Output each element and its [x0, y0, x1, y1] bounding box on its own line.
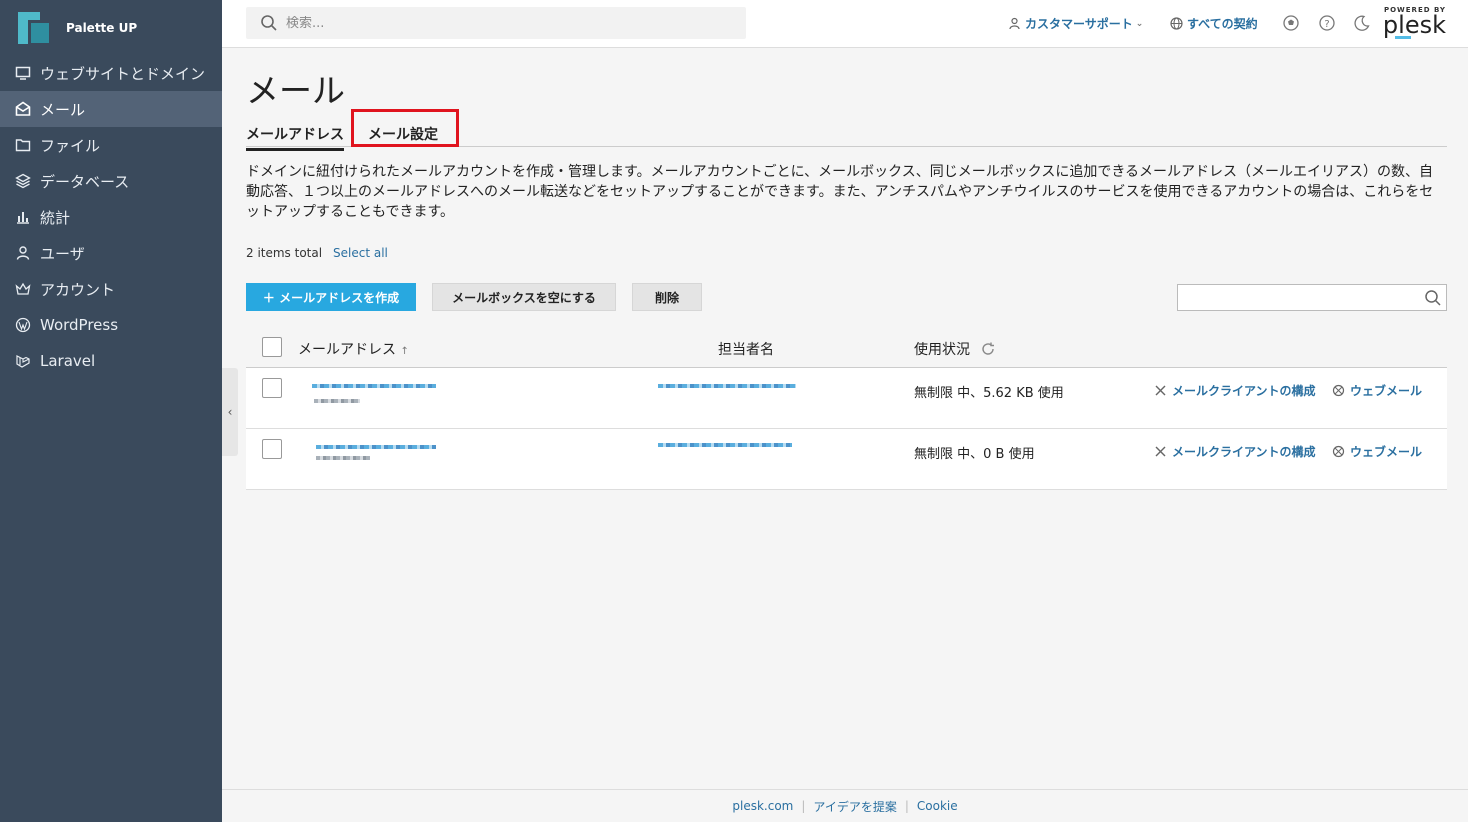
redacted-email-address[interactable]: [312, 384, 436, 388]
global-search[interactable]: [246, 7, 746, 39]
footer-separator: |: [904, 799, 909, 813]
sidebar-item-label: ユーザ: [40, 244, 85, 263]
user-icon: [1009, 17, 1020, 30]
brand[interactable]: Palette UP: [0, 0, 222, 55]
brand-logo-icon: [16, 8, 56, 48]
sidebar-collapse-handle[interactable]: ‹: [222, 368, 238, 456]
webmail-icon: [1332, 384, 1345, 397]
sidebar-item-label: ウェブサイトとドメイン: [40, 64, 206, 83]
chevron-left-icon: ‹: [227, 405, 233, 419]
row-checkbox[interactable]: [262, 378, 282, 398]
column-header-contact-name[interactable]: 担当者名: [718, 339, 774, 359]
sidebar-item-label: ファイル: [40, 136, 101, 155]
tab-bar: メールアドレス メール設定: [246, 109, 1447, 151]
footer-link-plesk[interactable]: plesk.com: [732, 799, 793, 813]
select-all-link[interactable]: Select all: [333, 246, 388, 260]
sidebar-item-wordpress[interactable]: WordPress: [0, 307, 222, 343]
soccer-ball-icon[interactable]: [1282, 14, 1300, 32]
webmail-link[interactable]: ウェブメール: [1332, 443, 1422, 460]
footer-separator: |: [801, 799, 806, 813]
user-icon: [14, 244, 32, 262]
redacted-email-alias: [314, 399, 360, 403]
email-table: メールアドレス ↑ 担当者名 使用状況 無制限 中、5.62 KB 使用 メール…: [246, 328, 1447, 490]
sidebar-item-label: WordPress: [40, 316, 119, 334]
list-search-input[interactable]: [1178, 285, 1418, 310]
help-icon[interactable]: ?: [1318, 14, 1336, 32]
all-subscriptions-label: すべての契約: [1187, 17, 1258, 31]
crown-icon: [14, 280, 32, 298]
page-description: ドメインに紐付けられたメールアカウントを作成・管理します。メールアカウントごとに…: [246, 164, 1434, 220]
redacted-contact-name: [658, 443, 792, 447]
sidebar-item-label: データベース: [40, 172, 130, 191]
globe-icon: [1170, 17, 1183, 30]
footer: plesk.com | アイデアを提案 | Cookie: [222, 789, 1468, 822]
configure-mail-client-link[interactable]: メールクライアントの構成: [1154, 382, 1316, 399]
sidebar-item-laravel[interactable]: Laravel: [0, 343, 222, 379]
refresh-icon[interactable]: [980, 341, 996, 357]
redacted-email-alias: [316, 456, 370, 460]
sidebar-item-label: アカウント: [40, 280, 116, 299]
usage-text: 無制限 中、5.62 KB 使用: [914, 386, 1064, 401]
sidebar-item-users[interactable]: ユーザ: [0, 235, 222, 271]
bar-chart-icon: [14, 208, 32, 226]
footer-link-cookie[interactable]: Cookie: [917, 799, 958, 813]
tab-highlight-box: [351, 109, 459, 147]
svg-text:?: ?: [1324, 19, 1329, 30]
sidebar-item-files[interactable]: ファイル: [0, 127, 222, 163]
all-subscriptions-link[interactable]: すべての契約: [1170, 15, 1258, 32]
customer-support-label: カスタマーサポート: [1025, 17, 1133, 31]
footer-link-suggest-idea[interactable]: アイデアを提案: [813, 798, 896, 815]
empty-mailbox-button[interactable]: メールボックスを空にする: [432, 283, 616, 311]
create-email-button[interactable]: ＋ メールアドレスを作成: [246, 283, 416, 311]
configure-mail-client-link[interactable]: メールクライアントの構成: [1154, 443, 1316, 460]
items-total: 2 items total: [246, 246, 323, 260]
brand-name: Palette UP: [66, 20, 138, 35]
sort-arrow-icon: ↑: [400, 346, 409, 357]
table-row: 無制限 中、5.62 KB 使用 メールクライアントの構成 ウェブメール: [246, 368, 1447, 429]
top-header: カスタマーサポート ⌄ すべての契約 ? POWERED BY plesk: [222, 0, 1468, 48]
folder-icon: [14, 136, 32, 154]
tools-icon: [1155, 446, 1166, 457]
monitor-icon: [14, 64, 32, 82]
redacted-email-address[interactable]: [316, 445, 436, 449]
table-header: メールアドレス ↑ 担当者名 使用状況: [246, 328, 1447, 368]
sidebar-item-label: 統計: [40, 208, 71, 227]
tab-email-addresses[interactable]: メールアドレス: [246, 124, 344, 151]
usage-text: 無制限 中、0 B 使用: [914, 447, 1035, 462]
sidebar-item-label: Laravel: [40, 352, 96, 370]
chevron-down-icon: ⌄: [1135, 18, 1144, 29]
sidebar-item-account[interactable]: アカウント: [0, 271, 222, 307]
row-checkbox[interactable]: [262, 439, 282, 459]
tools-icon: [1155, 385, 1166, 396]
sidebar-item-statistics[interactable]: 統計: [0, 199, 222, 235]
webmail-icon: [1332, 445, 1345, 458]
list-search[interactable]: [1177, 284, 1447, 311]
search-icon[interactable]: [1424, 289, 1442, 307]
search-icon: [261, 15, 277, 31]
webmail-link[interactable]: ウェブメール: [1332, 382, 1422, 399]
plesk-logo[interactable]: POWERED BY plesk: [1382, 6, 1446, 39]
redacted-contact-name: [658, 384, 796, 388]
column-header-usage[interactable]: 使用状況: [914, 339, 970, 359]
page-title: メール: [246, 71, 345, 110]
sidebar-item-mail[interactable]: メール: [0, 91, 222, 127]
column-header-email[interactable]: メールアドレス ↑: [298, 339, 409, 359]
laravel-icon: [14, 352, 32, 370]
table-row: 無制限 中、0 B 使用 メールクライアントの構成 ウェブメール: [246, 429, 1447, 490]
search-input[interactable]: [286, 15, 726, 31]
sidebar: Palette UP ウェブサイトとドメイン メール ファイル データベース 統…: [0, 0, 222, 822]
sidebar-item-label: メール: [40, 100, 86, 119]
moon-icon[interactable]: [1353, 14, 1371, 32]
mail-icon: [14, 100, 32, 118]
select-all-checkbox[interactable]: [262, 337, 282, 357]
sidebar-item-databases[interactable]: データベース: [0, 163, 222, 199]
delete-button[interactable]: 削除: [632, 283, 702, 311]
wordpress-icon: [14, 316, 32, 334]
sidebar-item-websites[interactable]: ウェブサイトとドメイン: [0, 55, 222, 91]
customer-support-menu[interactable]: カスタマーサポート ⌄: [1008, 15, 1143, 32]
layers-icon: [14, 172, 32, 190]
plesk-wordmark: plesk: [1382, 11, 1446, 39]
